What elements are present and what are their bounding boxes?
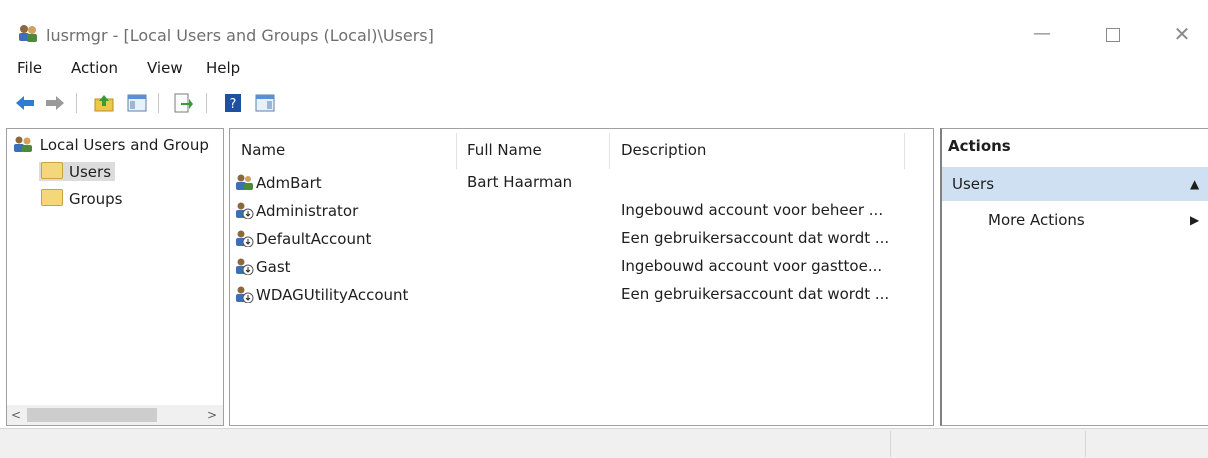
table-row[interactable]: WDAGUtilityAccount Een gebruikersaccount… <box>230 281 933 308</box>
folder-icon <box>41 189 63 206</box>
folder-icon <box>41 162 63 179</box>
toolbar-separator <box>76 93 77 113</box>
menu-view[interactable]: View <box>147 59 183 77</box>
disabled-user-icon <box>236 202 254 219</box>
user-name: Gast <box>256 258 291 276</box>
toolbar-separator <box>158 93 159 113</box>
table-row[interactable]: DefaultAccount Een gebruikersaccount dat… <box>230 225 933 252</box>
menu-help[interactable]: Help <box>206 59 240 77</box>
table-row[interactable]: Administrator Ingebouwd account voor beh… <box>230 197 933 224</box>
user-name: Administrator <box>256 202 359 220</box>
menu-file[interactable]: File <box>17 59 42 77</box>
users-app-icon <box>19 25 37 42</box>
user-full-name: Bart Haarman <box>467 173 573 191</box>
submenu-arrow-icon[interactable]: ▶ <box>1190 213 1199 227</box>
menu-bar: File Action View Help <box>0 56 1208 82</box>
actions-header: Actions <box>948 137 1011 155</box>
table-row[interactable]: AdmBart Bart Haarman <box>230 169 933 196</box>
tree-item-label: Users <box>69 163 112 181</box>
status-divider <box>890 431 891 457</box>
user-name: WDAGUtilityAccount <box>256 286 409 304</box>
column-header-name[interactable]: Name <box>241 141 285 159</box>
tree-root-local-users-and-groups[interactable]: Local Users and Group <box>13 135 209 154</box>
maximize-button[interactable] <box>1093 20 1133 48</box>
toolbar-separator <box>206 93 207 113</box>
tree-item-label: Groups <box>69 190 123 208</box>
console-tree-pane: Local Users and Group Users Groups < > <box>6 128 224 426</box>
disabled-user-icon <box>236 230 254 247</box>
window-title: lusrmgr - [Local Users and Groups (Local… <box>46 26 434 45</box>
actions-section-label: Users <box>952 175 995 193</box>
disabled-user-icon <box>236 258 254 275</box>
users-list-pane: Name Full Name Description AdmBart Bart … <box>229 128 934 426</box>
status-bar <box>0 428 1208 458</box>
scroll-left-icon[interactable]: < <box>7 405 25 425</box>
user-name-cell: DefaultAccount <box>234 229 371 248</box>
user-name-cell: Gast <box>234 257 291 276</box>
column-divider[interactable] <box>904 133 905 169</box>
status-divider <box>1085 431 1086 457</box>
user-name: DefaultAccount <box>256 230 372 248</box>
user-description: Een gebruikersaccount dat wordt ... <box>621 229 890 247</box>
column-header-description[interactable]: Description <box>621 141 706 159</box>
user-description: Een gebruikersaccount dat wordt ... <box>621 285 890 303</box>
scroll-right-icon[interactable]: > <box>203 405 221 425</box>
title-bar: lusrmgr - [Local Users and Groups (Local… <box>0 8 1208 50</box>
user-name-cell: WDAGUtilityAccount <box>234 285 408 304</box>
user-description: Ingebouwd account voor beheer ... <box>621 201 884 219</box>
column-divider[interactable] <box>456 133 457 169</box>
svg-text:?: ? <box>230 97 237 112</box>
more-actions-item[interactable]: More Actions <box>988 211 1085 229</box>
scrollbar-thumb[interactable] <box>27 408 157 422</box>
collapse-up-icon[interactable]: ▲ <box>1190 177 1199 191</box>
user-icon <box>236 174 253 190</box>
console-tree-icon[interactable] <box>126 92 148 114</box>
users-group-icon <box>14 136 32 152</box>
horizontal-scrollbar[interactable]: < > <box>7 405 223 425</box>
help-icon[interactable]: ? <box>222 92 244 114</box>
forward-arrow-icon[interactable] <box>44 92 66 114</box>
actions-pane: Actions Users ▲ More Actions ▶ <box>940 128 1208 426</box>
menu-action[interactable]: Action <box>71 59 118 77</box>
tree-item-groups[interactable]: Groups <box>41 189 122 208</box>
back-arrow-icon[interactable] <box>14 92 36 114</box>
tree-root-label: Local Users and Group <box>39 136 209 154</box>
disabled-user-icon <box>236 286 254 303</box>
toolbar: ? <box>0 88 1208 120</box>
column-divider[interactable] <box>609 133 610 169</box>
tree-item-users[interactable]: Users <box>39 162 116 181</box>
minimize-button[interactable]: — <box>1022 20 1062 48</box>
close-button[interactable]: ✕ <box>1162 20 1202 48</box>
maximize-icon <box>1106 27 1120 42</box>
up-folder-icon[interactable] <box>93 92 115 114</box>
export-list-icon[interactable] <box>172 92 194 114</box>
user-name-cell: AdmBart <box>234 173 322 192</box>
user-name: AdmBart <box>256 174 322 192</box>
column-header-full-name[interactable]: Full Name <box>467 141 542 159</box>
action-pane-icon[interactable] <box>254 92 276 114</box>
user-description: Ingebouwd account voor gasttoe... <box>621 257 883 275</box>
lusrmgr-window: lusrmgr - [Local Users and Groups (Local… <box>0 0 1208 458</box>
actions-section-users[interactable]: Users ▲ <box>942 167 1208 201</box>
table-row[interactable]: Gast Ingebouwd account voor gasttoe... <box>230 253 933 280</box>
user-name-cell: Administrator <box>234 201 358 220</box>
